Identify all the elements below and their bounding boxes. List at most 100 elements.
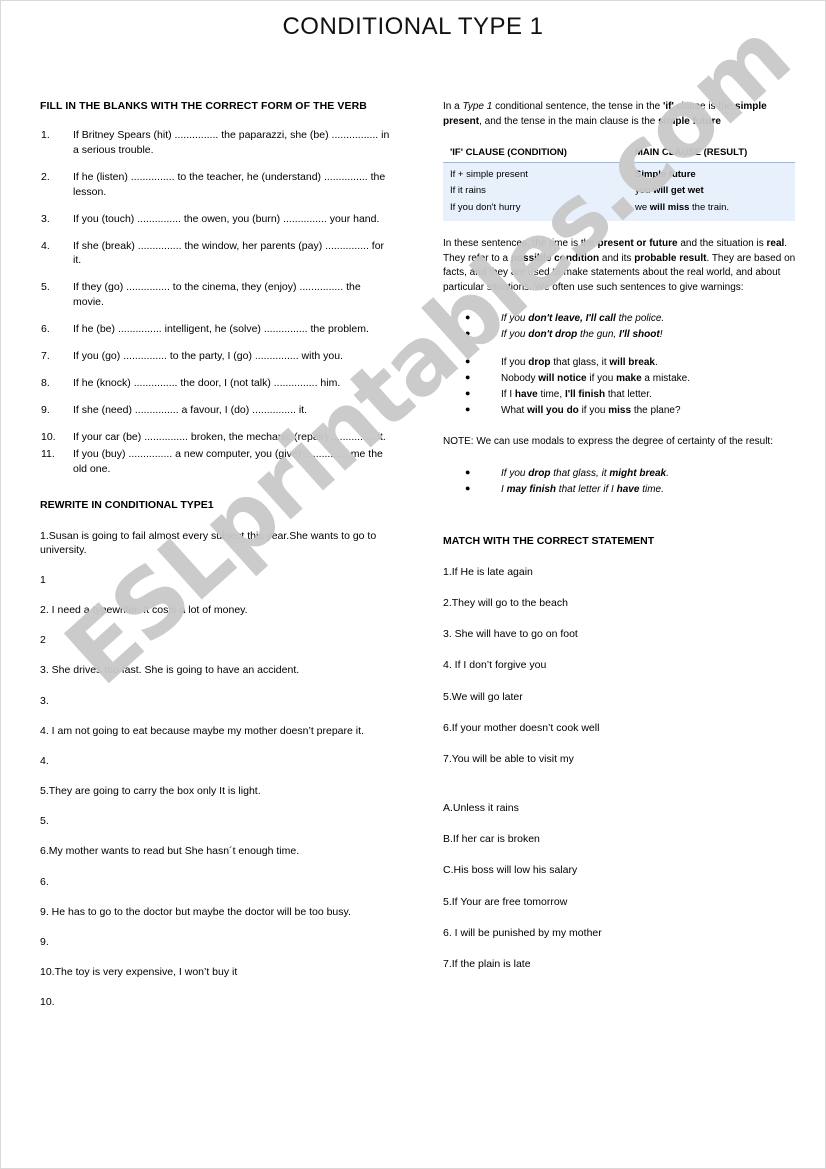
intro-simple-future: simple future	[658, 115, 721, 127]
gapfill-item-text: If he (knock) ............... the door, …	[73, 376, 341, 389]
modal-example: ● I may finish that letter if I have time…	[443, 482, 798, 497]
clause-table-header-main: MAIN CLAUSE (RESULT)	[628, 145, 795, 164]
gapfill-item-number: 8.	[41, 376, 50, 389]
match-right-item: 6. I will be punished by my mother	[443, 926, 602, 939]
gapfill-item-text: If your car (be) ............... broken,…	[73, 430, 386, 443]
rewrite-sentence: 3. She drives too fast. She is going to …	[40, 664, 300, 677]
match-left-item: 6.If your mother doesn’t cook well	[443, 721, 600, 734]
bullet-icon: ●	[465, 328, 471, 339]
note-paragraph: NOTE: We can use modals to express the d…	[443, 436, 773, 448]
example-item: ● If you drop that glass, it will break.	[443, 355, 798, 370]
gapfill-item-text: If she (break) ............... the windo…	[73, 239, 385, 267]
gapfill-item-number: 9.	[41, 403, 50, 416]
clause-if-cell: If you don't hurry	[443, 199, 628, 221]
match-left-item: 1.If He is late again	[443, 565, 533, 578]
match-spacer	[443, 783, 798, 801]
match-heading: MATCH WITH THE CORRECT STATEMENT	[443, 534, 655, 547]
example-item-text: What will you do if you miss the plane?	[501, 405, 681, 417]
gapfill-item: 2. If he (listen) ............... to the …	[40, 170, 390, 200]
explanation-paragraph: In these sentences, the time is the pres…	[443, 237, 798, 295]
clause-table: 'IF' CLAUSE (CONDITION) MAIN CLAUSE (RES…	[443, 145, 795, 221]
modal-example-text: I may finish that letter if I have time.	[501, 483, 664, 495]
bullet-icon: ●	[465, 466, 471, 477]
rewrite-answer-line[interactable]: 2	[40, 633, 390, 647]
match-right-item: 5.If Your are free tomorrow	[443, 895, 568, 908]
rewrite-sentence: 9. He has to go to the doctor but maybe …	[40, 905, 351, 918]
rewrite-sentence: 1.Susan is going to fail almost every su…	[40, 529, 377, 556]
match-left-item: 2.They will go to the beach	[443, 597, 568, 610]
example-item-text: If I have time, I'll finish that letter.	[501, 389, 652, 401]
rewrite-answer-line[interactable]: 4.	[40, 754, 390, 768]
bullet-icon: ●	[465, 388, 471, 399]
explain-present-future: present or future	[597, 237, 678, 249]
gapfill-item: 8. If he (knock) ............... the door…	[40, 376, 390, 391]
rewrite-answer-line[interactable]: 5.	[40, 814, 390, 828]
gapfill-item-text: If they (go) ............... to the cine…	[73, 281, 361, 309]
rewrite-answer-line[interactable]: 1	[40, 573, 390, 587]
gapfill-item: 3. If you (touch) ............... the owe…	[40, 212, 390, 227]
clause-table-row: If it rains you will get wet	[443, 183, 795, 200]
gapfill-item-number: 1.	[41, 129, 50, 141]
gapfill-list: 1. If Britney Spears (hit) ..............…	[40, 128, 390, 477]
gapfill-item-number: 4.	[41, 239, 50, 252]
intro-paragraph: In a Type 1 conditional sentence, the te…	[443, 100, 798, 129]
rewrite-list: 1.Susan is going to fail almost every su…	[40, 529, 390, 1010]
match-left-item: 7.You will be able to visit my	[443, 752, 574, 765]
worksheet-page: CONDITIONAL TYPE 1 FILL IN THE BLANKS WI…	[0, 0, 826, 1169]
clause-table-row: If + simple present Simple future	[443, 162, 795, 184]
bullet-icon: ●	[465, 404, 471, 415]
gapfill-item-number: 2.	[41, 170, 50, 183]
gapfill-item: 4. If she (break) ............... the win…	[40, 239, 390, 269]
explain-probable-result: probable result	[634, 252, 707, 264]
clause-main-cell: you will get wet	[628, 183, 795, 200]
gapfill-item: 1. If Britney Spears (hit) ..............…	[40, 128, 390, 158]
intro-text-4: , and the tense in the main clause is th…	[479, 115, 659, 127]
explain-text-2: and the situation is	[677, 237, 767, 249]
example-item: ● What will you do if you miss the plane?	[443, 403, 798, 418]
gapfill-item-text: If you (buy) ............... a new compu…	[73, 447, 383, 475]
gapfill-item-text: If he (listen) ............... to the te…	[73, 170, 386, 198]
gapfill-item-number: 10.	[41, 430, 56, 443]
gapfill-item: 11. If you (buy) ............... a new co…	[40, 447, 390, 477]
rewrite-answer-line[interactable]: 10.	[40, 995, 390, 1009]
clause-table-body: If + simple present Simple future If it ra…	[443, 162, 795, 221]
gapfill-item-number: 7.	[41, 350, 50, 363]
gapfill-item-number: 6.	[41, 323, 50, 336]
gapfill-item-text: If you (touch) ............... the owen,…	[73, 212, 380, 225]
warning-example-text: If you don't leave, I'll call the police…	[501, 313, 665, 325]
example-item: ● If I have time, I'll finish that letter…	[443, 387, 798, 402]
warning-example: ● If you don't drop the gun, I'll shoot!	[443, 327, 798, 342]
gapfill-item: 9. If she (need) ............... a favour…	[40, 403, 390, 418]
warning-examples-list: ● If you don't leave, I'll call the polic…	[443, 311, 798, 342]
bullet-icon: ●	[465, 356, 471, 367]
clause-if-cell: If + simple present	[443, 162, 628, 184]
warning-example-text: If you don't drop the gun, I'll shoot!	[501, 329, 663, 341]
modal-example-text: If you drop that glass, it might break.	[501, 467, 669, 479]
left-column: FILL IN THE BLANKS WITH THE CORRECT FORM…	[40, 100, 390, 1025]
rewrite-sentence: 5.They are going to carry the box only I…	[40, 785, 261, 798]
warning-example: ● If you don't leave, I'll call the polic…	[443, 311, 798, 326]
page-title: CONDITIONAL TYPE 1	[282, 13, 544, 40]
rewrite-answer-line[interactable]: 6.	[40, 875, 390, 889]
bullet-icon: ●	[465, 372, 471, 383]
examples-list: ● If you drop that glass, it will break. ●…	[443, 355, 798, 418]
match-left-item: 4. If I don’t forgive you	[443, 659, 547, 672]
explain-text-1: In these sentences, the time is the	[443, 237, 598, 249]
example-item: ● Nobody will notice if you make a mistak…	[443, 371, 798, 386]
match-left-list: 1.If He is late again 2.They will go to t…	[443, 565, 798, 766]
clause-main-cell: we will miss the train.	[628, 199, 795, 221]
intro-type1: Type 1	[462, 101, 493, 112]
match-left-item: 5.We will go later	[443, 690, 523, 703]
rewrite-answer-line[interactable]: 3.	[40, 694, 390, 708]
gapfill-item: 6. If he (be) ............... intelligent…	[40, 322, 390, 337]
intro-text-1: In a	[443, 101, 463, 112]
explain-text-4: and its	[599, 252, 635, 264]
rewrite-answer-line[interactable]: 9.	[40, 935, 390, 949]
example-item-text: Nobody will notice if you make a mistake…	[501, 373, 690, 385]
gapfill-item: 5. If they (go) ............... to the ci…	[40, 280, 390, 310]
clause-if-cell: If it rains	[443, 183, 628, 200]
explain-real: real	[766, 237, 785, 249]
match-right-list: A.Unless it rains B.If her car is broken C…	[443, 801, 798, 971]
match-right-item: B.If her car is broken	[443, 833, 540, 846]
gapfill-item-text: If she (need) ............... a favour, …	[73, 403, 308, 416]
